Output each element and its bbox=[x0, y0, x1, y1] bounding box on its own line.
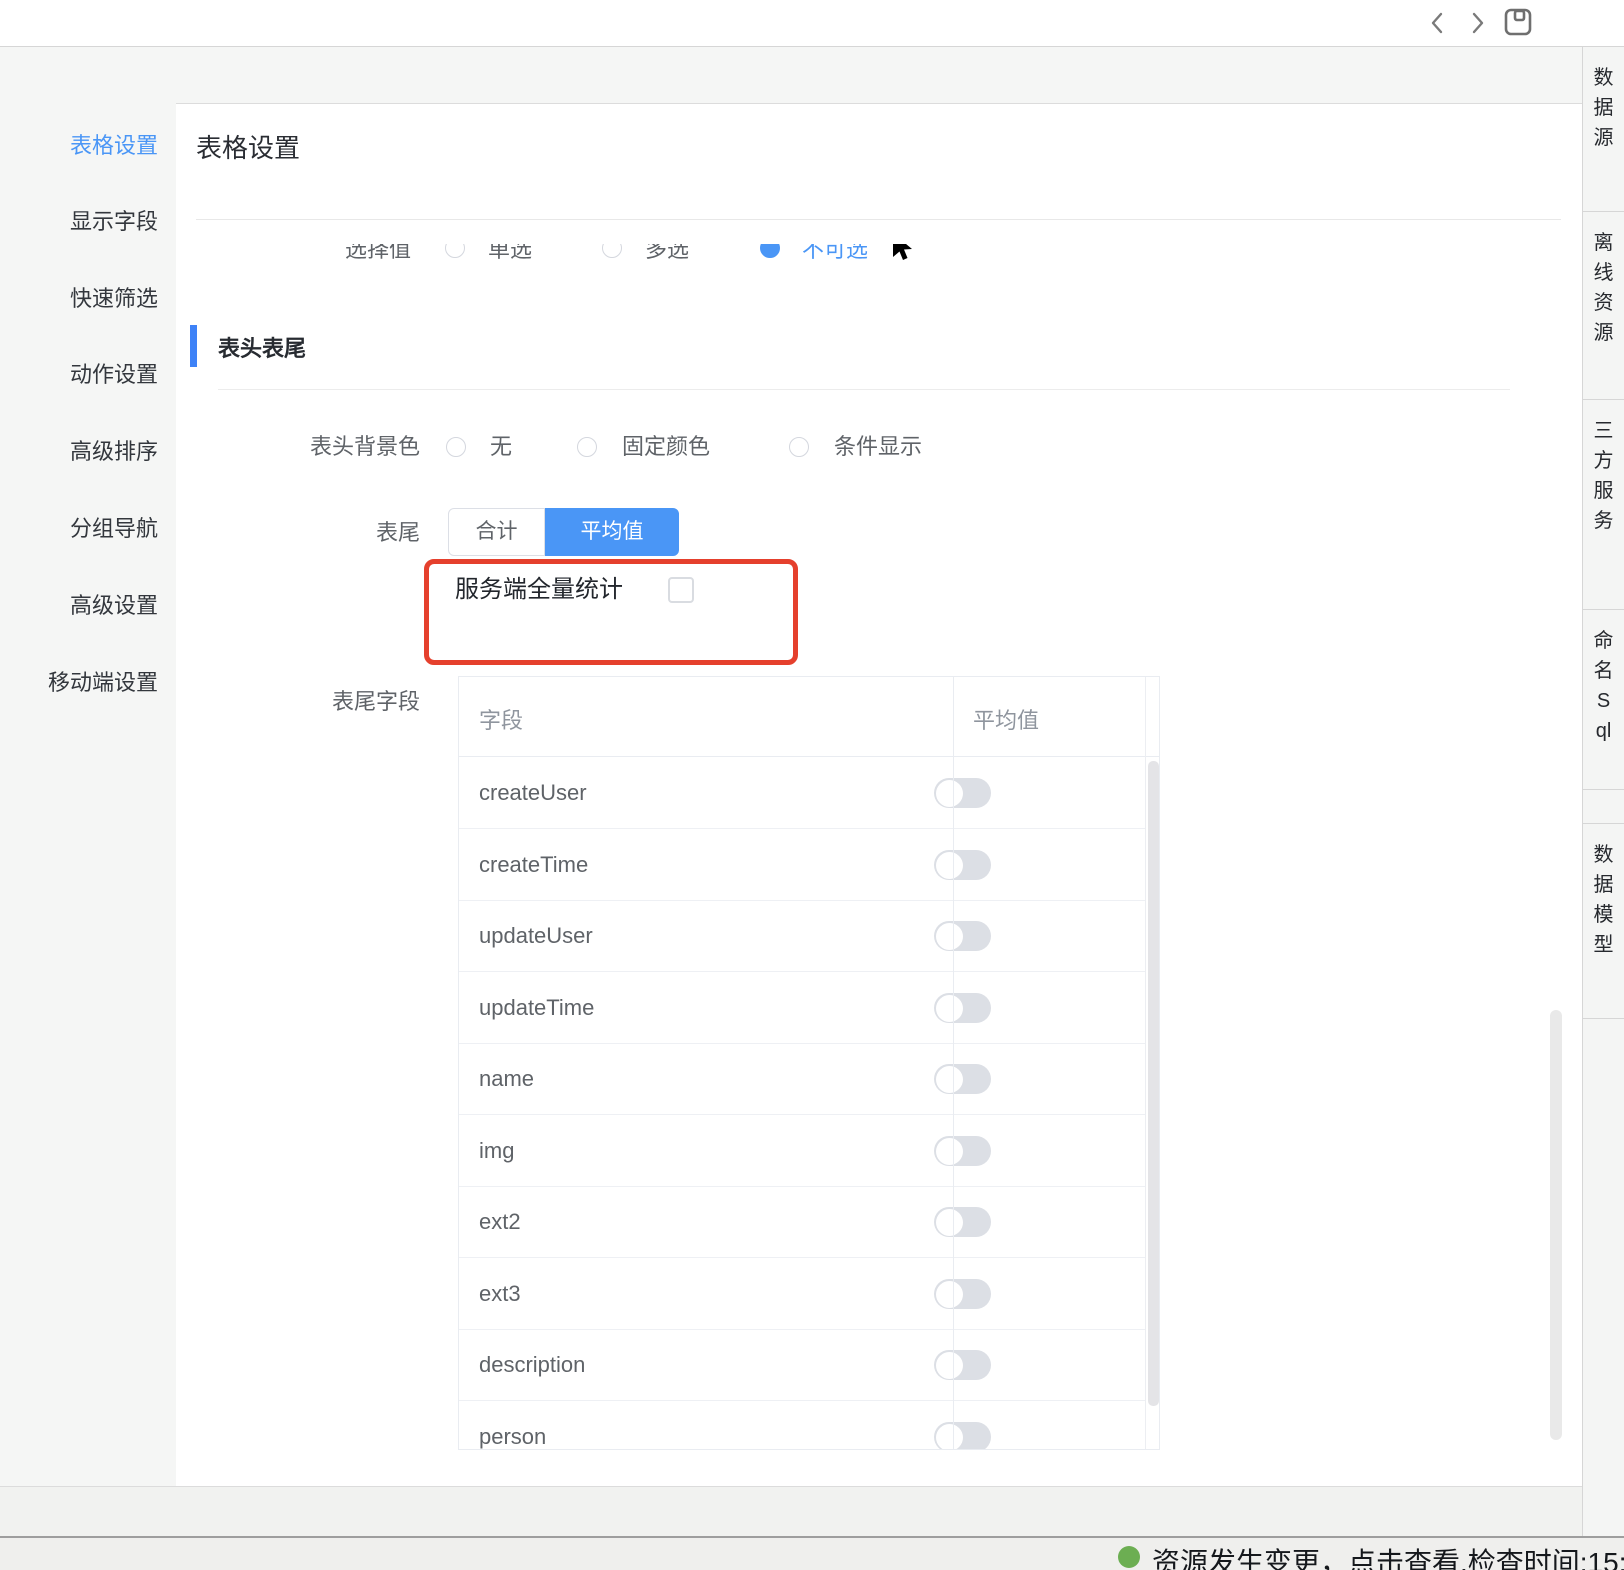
sum-button[interactable]: 合计 bbox=[448, 508, 545, 556]
settings-sidebar: 表格设置 显示字段 快速筛选 动作设置 高级排序 分组导航 高级设置 移动端设置 bbox=[0, 47, 176, 1486]
radio-single-select[interactable] bbox=[445, 244, 465, 258]
tab-label: 数据源 bbox=[1594, 63, 1614, 153]
select-value-row-clipped: 选择值 单选 多选 不可选 bbox=[330, 244, 990, 274]
footer-mode-segmented-control: 合计 平均值 bbox=[448, 508, 679, 556]
radio-multi-select[interactable] bbox=[602, 244, 622, 258]
header-bg-label: 表头背景色 bbox=[220, 432, 420, 462]
topbar bbox=[0, 0, 1624, 47]
field-name: updateTime bbox=[479, 972, 594, 1044]
radio-header-bg-fixed[interactable] bbox=[577, 437, 597, 457]
status-green-dot-icon bbox=[1118, 1546, 1140, 1568]
average-toggle-off[interactable] bbox=[934, 1422, 991, 1450]
table-scrollbar[interactable] bbox=[1148, 761, 1159, 1406]
average-toggle-off[interactable] bbox=[934, 1064, 991, 1094]
sidebar-item-action-settings[interactable]: 动作设置 bbox=[0, 360, 176, 390]
tab-label: 数据模型 bbox=[1594, 840, 1614, 960]
table-row: updateTime bbox=[459, 972, 1145, 1044]
chevron-left-icon[interactable] bbox=[1425, 10, 1451, 36]
section-title: 表头表尾 bbox=[218, 331, 306, 363]
table-scrollbar-border bbox=[1145, 677, 1146, 1449]
footer-fields-label: 表尾字段 bbox=[220, 687, 420, 717]
field-name: createUser bbox=[479, 757, 587, 829]
radio-header-bg-conditional[interactable] bbox=[789, 437, 809, 457]
radio-not-selectable-label[interactable]: 不可选 bbox=[802, 244, 868, 266]
average-toggle-off[interactable] bbox=[934, 993, 991, 1023]
tab-offline-resource[interactable]: 离线资源 bbox=[1583, 212, 1624, 400]
mouse-cursor-icon bbox=[890, 244, 916, 266]
tab-label: 三方服务 bbox=[1594, 416, 1614, 536]
table-settings-screen: 表格设置 显示字段 快速筛选 动作设置 高级排序 分组导航 高级设置 移动端设置… bbox=[0, 0, 1624, 1570]
tab-label: 离线资源 bbox=[1594, 228, 1614, 348]
field-name: img bbox=[479, 1115, 514, 1187]
tab-data-model[interactable]: 数据模型 bbox=[1583, 823, 1624, 1019]
sidebar-item-table-settings[interactable]: 表格设置 bbox=[0, 131, 176, 161]
table-header-row: 字段 平均值 bbox=[459, 677, 1159, 757]
table-row: person bbox=[459, 1401, 1145, 1450]
average-toggle-off[interactable] bbox=[934, 850, 991, 880]
field-name: updateUser bbox=[479, 900, 593, 972]
average-button[interactable]: 平均值 bbox=[545, 508, 679, 556]
field-name: description bbox=[479, 1329, 585, 1401]
sidebar-item-advanced-settings[interactable]: 高级设置 bbox=[0, 591, 176, 621]
server-full-stat-checkbox[interactable] bbox=[668, 577, 694, 603]
column-divider bbox=[953, 677, 954, 1449]
average-toggle-off[interactable] bbox=[934, 1350, 991, 1380]
table-row: ext3 bbox=[459, 1258, 1145, 1330]
average-toggle-off[interactable] bbox=[934, 1136, 991, 1166]
table-footer-label: 表尾 bbox=[220, 518, 420, 548]
table-row: createTime bbox=[459, 829, 1145, 901]
panel-scrollbar[interactable] bbox=[1550, 1010, 1562, 1440]
table-row: updateUser bbox=[459, 900, 1145, 972]
field-name: createTime bbox=[479, 829, 588, 901]
table-row: img bbox=[459, 1115, 1145, 1187]
main-panel: 表格设置 选择值 单选 多选 不可选 表头表尾 表头背景色 无 固定颜色 条件显… bbox=[176, 103, 1582, 1486]
table-row: ext2 bbox=[459, 1186, 1145, 1258]
resource-tab-strip: 数据源 离线资源 三方服务 命名Sql 数据模型 bbox=[1582, 47, 1624, 1536]
average-toggle-off[interactable] bbox=[934, 778, 991, 808]
sidebar-item-advanced-sort[interactable]: 高级排序 bbox=[0, 437, 176, 467]
sidebar-item-mobile-settings[interactable]: 移动端设置 bbox=[0, 668, 176, 698]
table-row: name bbox=[459, 1043, 1145, 1115]
footer-fields-table: 字段 平均值 createUser createTime updateUser … bbox=[458, 676, 1160, 1450]
field-name: ext2 bbox=[479, 1186, 521, 1258]
radio-not-selectable[interactable] bbox=[760, 244, 780, 258]
radio-single-select-label[interactable]: 单选 bbox=[488, 244, 532, 266]
radio-multi-select-label[interactable]: 多选 bbox=[645, 244, 689, 266]
table-row: description bbox=[459, 1329, 1145, 1401]
status-message[interactable]: 资源发生变更，点击查看.检查时间:15:28 bbox=[1152, 1541, 1624, 1570]
table-row: createUser bbox=[459, 757, 1145, 829]
title-divider bbox=[196, 219, 1561, 220]
sidebar-item-display-fields[interactable]: 显示字段 bbox=[0, 207, 176, 237]
average-toggle-off[interactable] bbox=[934, 1207, 991, 1237]
column-header-average: 平均值 bbox=[973, 703, 1039, 735]
server-full-stat-label: 服务端全量统计 bbox=[455, 574, 623, 606]
status-bar: 资源发生变更，点击查看.检查时间:15:28 bbox=[0, 1536, 1624, 1570]
save-icon[interactable] bbox=[1502, 6, 1534, 38]
section-divider bbox=[218, 389, 1510, 390]
page-title: 表格设置 bbox=[196, 128, 300, 165]
radio-header-bg-conditional-label[interactable]: 条件显示 bbox=[834, 432, 922, 462]
radio-header-bg-none-label[interactable]: 无 bbox=[490, 432, 512, 462]
tab-label: 命名Sql bbox=[1594, 626, 1614, 746]
section-accent-bar bbox=[190, 325, 197, 367]
field-name: name bbox=[479, 1043, 534, 1115]
radio-header-bg-fixed-label[interactable]: 固定颜色 bbox=[622, 432, 710, 462]
field-name: person bbox=[479, 1401, 546, 1450]
tab-data-source[interactable]: 数据源 bbox=[1583, 47, 1624, 212]
average-toggle-off[interactable] bbox=[934, 921, 991, 951]
sidebar-item-group-nav[interactable]: 分组导航 bbox=[0, 514, 176, 544]
tab-named-sql[interactable]: 命名Sql bbox=[1583, 610, 1624, 790]
field-name: ext3 bbox=[479, 1258, 521, 1330]
sidebar-item-quick-filter[interactable]: 快速筛选 bbox=[0, 284, 176, 314]
average-toggle-off[interactable] bbox=[934, 1279, 991, 1309]
main-top-gutter bbox=[176, 47, 1582, 103]
column-header-field: 字段 bbox=[479, 703, 523, 735]
select-value-label: 选择值 bbox=[345, 244, 411, 266]
radio-header-bg-none[interactable] bbox=[446, 437, 466, 457]
footer-band bbox=[0, 1486, 1582, 1536]
chevron-right-icon[interactable] bbox=[1464, 10, 1490, 36]
tab-third-party-service[interactable]: 三方服务 bbox=[1583, 400, 1624, 610]
